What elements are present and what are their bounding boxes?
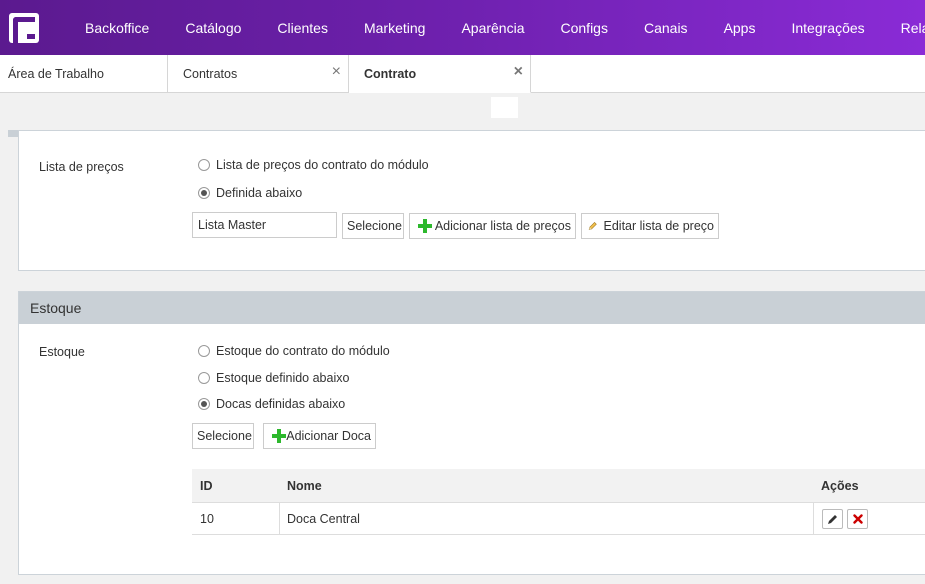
delete-x-icon (852, 513, 863, 524)
nav-item-clientes[interactable]: Clientes (259, 20, 346, 36)
radio-label: Definida abaixo (216, 186, 303, 200)
nav-item-canais[interactable]: Canais (626, 20, 706, 36)
radio-button-checked[interactable] (198, 187, 210, 199)
tab-contrato[interactable]: Contrato × (349, 55, 531, 93)
tab-label: Contrato (364, 66, 417, 81)
tab-area-de-trabalho[interactable]: Área de Trabalho (0, 55, 168, 93)
radio-button[interactable] (198, 372, 210, 384)
radio-label: Estoque do contrato do módulo (216, 344, 390, 358)
stock-panel-header: Estoque (19, 292, 925, 324)
close-icon[interactable]: × (332, 64, 341, 80)
table-header: ID Nome Ações (192, 469, 925, 503)
plus-icon (418, 219, 432, 233)
stock-option-docks[interactable]: Docas definidas abaixo (198, 397, 345, 411)
cell-id: 10 (192, 503, 280, 534)
button-label: Selecione (197, 429, 252, 443)
pencil-icon (588, 222, 597, 230)
nav-item-backoffice[interactable]: Backoffice (67, 20, 167, 36)
tab-label: Área de Trabalho (8, 67, 104, 81)
radio-label: Lista de preços do contrato do módulo (216, 158, 429, 172)
add-dock-button[interactable]: Adicionar Doca (263, 423, 376, 449)
edit-row-button[interactable] (822, 508, 843, 529)
column-header-name: Nome (287, 478, 322, 493)
add-price-list-button[interactable]: Adicionar lista de preços (409, 213, 576, 239)
price-list-label: Lista de preços (39, 160, 124, 174)
radio-button[interactable] (198, 345, 210, 357)
app-logo-icon[interactable] (9, 12, 39, 49)
stock-label: Estoque (39, 345, 85, 359)
nav-item-integracoes[interactable]: Integrações (773, 20, 882, 36)
button-label: Editar lista de preço (603, 219, 714, 233)
radio-button-checked[interactable] (198, 398, 210, 410)
stock-option-defined[interactable]: Estoque definido abaixo (198, 371, 349, 385)
nav-item-apps[interactable]: Apps (706, 20, 774, 36)
delete-row-button[interactable] (847, 508, 868, 529)
select-dock-button[interactable]: Selecione (192, 423, 254, 449)
plus-icon (272, 429, 287, 443)
pencil-icon (827, 514, 837, 524)
radio-label: Docas definidas abaixo (216, 397, 346, 411)
column-header-id: ID (200, 478, 213, 493)
nav-item-marketing[interactable]: Marketing (346, 20, 443, 36)
top-nav: Backoffice Catálogo Clientes Marketing A… (0, 0, 925, 55)
stock-option-module[interactable]: Estoque do contrato do módulo (198, 344, 390, 358)
button-label: Selecione (347, 219, 402, 233)
button-label: Adicionar Doca (286, 429, 371, 443)
radio-label: Estoque definido abaixo (216, 371, 350, 385)
close-icon[interactable]: × (514, 64, 523, 80)
select-price-list-button[interactable]: Selecione (342, 213, 404, 239)
cell-name: Doca Central (280, 503, 814, 534)
nav-item-aparencia[interactable]: Aparência (443, 20, 542, 36)
price-list-option-module[interactable]: Lista de preços do contrato do módulo (198, 158, 429, 172)
button-label: Adicionar lista de preços (434, 219, 571, 233)
edit-price-list-button[interactable]: Editar lista de preço (581, 213, 719, 239)
nav-item-catalogo[interactable]: Catálogo (167, 20, 259, 36)
tab-bar: Área de Trabalho Contratos × Contrato × (0, 55, 925, 93)
docks-table: ID Nome Ações 10 Doca Central (192, 469, 925, 535)
column-header-actions: Ações (821, 478, 859, 493)
nav-item-relatorios[interactable]: Relatórios (883, 20, 925, 36)
tab-contratos[interactable]: Contratos × (168, 55, 349, 93)
tab-label: Contratos (183, 67, 238, 81)
cell-actions (814, 503, 925, 534)
small-blank-box (491, 97, 518, 118)
table-row: 10 Doca Central (192, 503, 925, 535)
price-list-input[interactable]: Lista Master (192, 212, 337, 238)
price-list-panel: Lista de preços Lista de preços do contr… (18, 130, 925, 271)
price-list-option-defined[interactable]: Definida abaixo (198, 186, 302, 200)
radio-button[interactable] (198, 159, 210, 171)
nav-item-configs[interactable]: Configs (543, 20, 626, 36)
